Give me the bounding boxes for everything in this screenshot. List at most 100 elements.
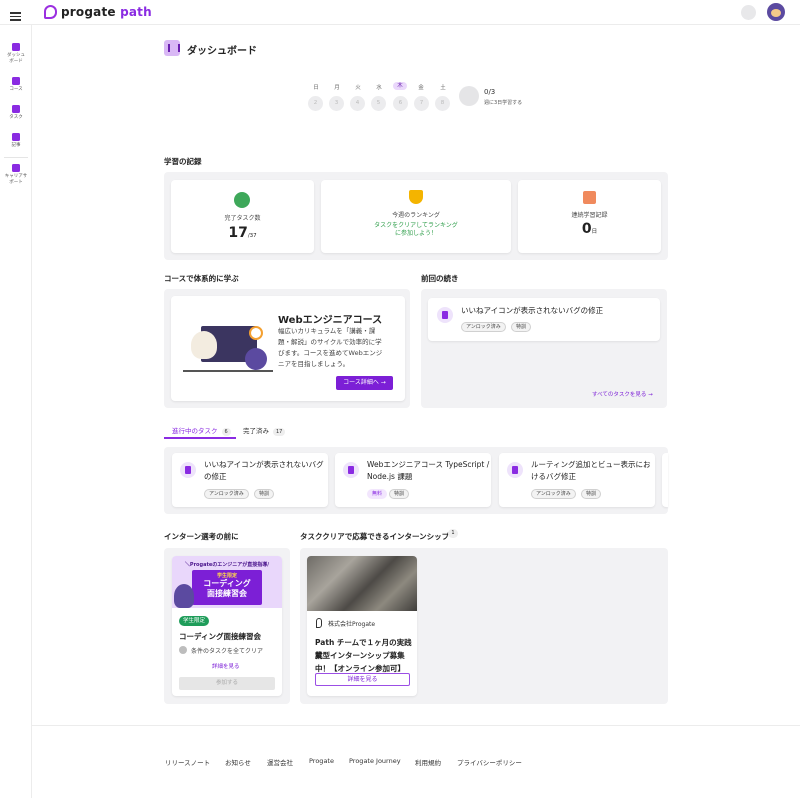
banner-small-label: 学生限定 bbox=[216, 573, 237, 579]
sidebar-item-career-support[interactable]: キャリアサポート bbox=[0, 164, 32, 186]
event-title: コーディング面接練習会 bbox=[179, 632, 261, 641]
briefcase-icon bbox=[12, 164, 20, 172]
task-title-line: Webエンジニアコース TypeScript / bbox=[367, 460, 490, 469]
tab-count: 6 bbox=[221, 428, 231, 436]
internship-card[interactable]: 株式会社Progate Path チームで１ヶ月の実践就 業型インターンシップ募… bbox=[307, 556, 417, 696]
student-only-badge: 学生限定 bbox=[179, 616, 209, 626]
office-photo bbox=[307, 556, 417, 611]
day-circle: 8 bbox=[435, 96, 450, 111]
intern-section-title: タスククリアで応募できるインターンシップ bbox=[300, 532, 450, 541]
all-tasks-link[interactable]: すべてのタスクを見る → bbox=[592, 390, 653, 398]
course-card[interactable]: Webエンジニアコース 幅広いカリキュラムを「講義・課 題・解説」のサイクルで効… bbox=[171, 296, 405, 401]
arrow-right-icon: → bbox=[380, 379, 386, 386]
day-label-today: 木 bbox=[393, 82, 407, 90]
task-card-peek[interactable] bbox=[662, 453, 668, 507]
course-desc-line: びます。コースを進めてWebエンジ bbox=[278, 349, 383, 357]
desk-illustration bbox=[183, 370, 273, 372]
weekly-ranking-card: 今週のランキング タスクをクリアしてランキング に参加しよう！ bbox=[321, 180, 511, 253]
task-title-line: ルーティング追加とビュー表示にお bbox=[531, 460, 651, 469]
streak-card: 連続学習記録 0日 bbox=[518, 180, 661, 253]
tag-unlocked: アンロック済み bbox=[204, 489, 249, 499]
intern-detail-button[interactable]: 詳細を見る bbox=[315, 673, 410, 686]
day-circle: 4 bbox=[350, 96, 365, 111]
day-circle: 7 bbox=[414, 96, 429, 111]
day-label: 土 bbox=[440, 85, 446, 91]
footer-link-terms[interactable]: 利用規約 bbox=[415, 757, 441, 767]
day-circle: 3 bbox=[329, 96, 344, 111]
sidebar-item-course[interactable]: コース bbox=[0, 77, 32, 93]
practice-event-card[interactable]: ＼Progateのエンジニアが直接指導/ 学生限定 コーディング 面接練習会 学… bbox=[172, 556, 282, 696]
task-card[interactable]: ルーティング追加とビュー表示にお けるバグ修正 アンロック済み 特訓 bbox=[499, 453, 655, 507]
footer-link-release-notes[interactable]: リリースノート bbox=[165, 757, 210, 767]
task-title-line: Node.js 課題 bbox=[367, 472, 413, 481]
course-name: Webエンジニアコース bbox=[278, 315, 383, 326]
continue-task-card[interactable]: いいねアイコンが表示されないバグの修正 アンロック済み 特訓 bbox=[428, 298, 660, 341]
day-circle: 2 bbox=[308, 96, 323, 111]
logo[interactable]: progate path bbox=[44, 4, 152, 20]
footer: リリースノート お知らせ 運営会社 Progate Progate Journe… bbox=[32, 725, 800, 798]
course-detail-button[interactable]: コース詳細へ → bbox=[336, 376, 393, 390]
completed-tasks-label: 完了タスク数 bbox=[224, 215, 261, 222]
banner-title-line: 面接練習会 bbox=[207, 589, 247, 598]
ninja-illustration bbox=[245, 348, 267, 370]
status-icon[interactable] bbox=[741, 5, 756, 20]
banner-title-line: コーディング bbox=[203, 579, 251, 588]
sidebar-item-label: タスク bbox=[9, 115, 23, 120]
task-title-line: いいねアイコンが表示されないバグ bbox=[204, 460, 324, 469]
task-card[interactable]: Webエンジニアコース TypeScript / Node.js 課題 無料 特… bbox=[335, 453, 491, 507]
logo-accent-text: path bbox=[115, 5, 152, 19]
tag-free: 無料 bbox=[367, 489, 388, 499]
sidebar-item-dashboard[interactable]: ダッシュボード bbox=[0, 43, 32, 65]
sidebar-item-label: 記事 bbox=[11, 143, 21, 148]
completed-tasks-card: 完了タスク数 17/37 bbox=[171, 180, 314, 253]
event-condition: 条件のタスクを全てクリア bbox=[191, 648, 264, 655]
sidebar-divider bbox=[4, 157, 28, 158]
sidebar-item-label: ダッシュボード bbox=[7, 53, 25, 64]
task-file-icon bbox=[437, 307, 453, 323]
tab-active-indicator bbox=[164, 437, 236, 439]
tab-count: 17 bbox=[273, 428, 286, 436]
sidebar-item-label: コース bbox=[9, 87, 23, 92]
page-title: ダッシュボード bbox=[187, 46, 257, 57]
event-detail-link[interactable]: 詳細を見る bbox=[212, 662, 240, 670]
user-avatar[interactable] bbox=[767, 3, 785, 21]
task-title-line: の修正 bbox=[204, 472, 227, 481]
logo-text: progate bbox=[61, 5, 116, 19]
tag-training: 特訓 bbox=[389, 489, 410, 499]
dashboard-title-icon bbox=[164, 40, 180, 56]
weekly-count: 0/3 bbox=[484, 88, 496, 96]
tag-training: 特訓 bbox=[511, 322, 532, 332]
flag-icon bbox=[12, 77, 20, 85]
sidebar-item-article[interactable]: 記事 bbox=[0, 133, 32, 149]
dashboard-icon bbox=[12, 43, 20, 51]
sheep-illustration bbox=[191, 331, 217, 359]
footer-link-company[interactable]: 運営会社 bbox=[267, 757, 293, 767]
task-card[interactable]: いいねアイコンが表示されないバグ の修正 アンロック済み 特訓 bbox=[172, 453, 328, 507]
footer-link-privacy[interactable]: プライバシーポリシー bbox=[457, 757, 522, 767]
progate-logo-icon bbox=[44, 5, 57, 19]
tag-training: 特訓 bbox=[581, 489, 602, 499]
course-desc-line: 題・解説」のサイクルで効率的に学 bbox=[278, 338, 382, 346]
day-label: 水 bbox=[376, 85, 382, 91]
pre-intern-section-title: インターン選考の前に bbox=[164, 532, 239, 541]
tab-in-progress[interactable]: 進行中のタスク 6 bbox=[172, 425, 231, 436]
task-file-icon bbox=[343, 462, 359, 478]
article-icon bbox=[12, 133, 20, 141]
apply-button[interactable]: 参加する bbox=[179, 677, 275, 690]
course-desc-line: 幅広いカリキュラムを「講義・課 bbox=[278, 327, 376, 335]
intern-count-badge: 1 bbox=[448, 529, 458, 538]
footer-link-news[interactable]: お知らせ bbox=[225, 757, 251, 767]
completed-tasks-value: 17/37 bbox=[228, 225, 257, 241]
tab-completed[interactable]: 完了済み 17 bbox=[243, 425, 286, 436]
hamburger-menu-icon[interactable] bbox=[10, 12, 21, 21]
sidebar-item-label: キャリアサポート bbox=[4, 174, 28, 185]
footer-link-journey[interactable]: Progate Journey bbox=[349, 757, 401, 765]
footer-link-progate[interactable]: Progate bbox=[309, 757, 334, 765]
day-label: 日 bbox=[313, 85, 319, 91]
streak-label: 連続学習記録 bbox=[571, 212, 608, 219]
weekly-progress-icon bbox=[459, 86, 479, 106]
trophy-icon bbox=[409, 190, 423, 204]
tag-unlocked: アンロック済み bbox=[531, 489, 576, 499]
sidebar-item-task[interactable]: タスク bbox=[0, 105, 32, 121]
banner-title-box: 学生限定 コーディング 面接練習会 bbox=[192, 570, 262, 605]
